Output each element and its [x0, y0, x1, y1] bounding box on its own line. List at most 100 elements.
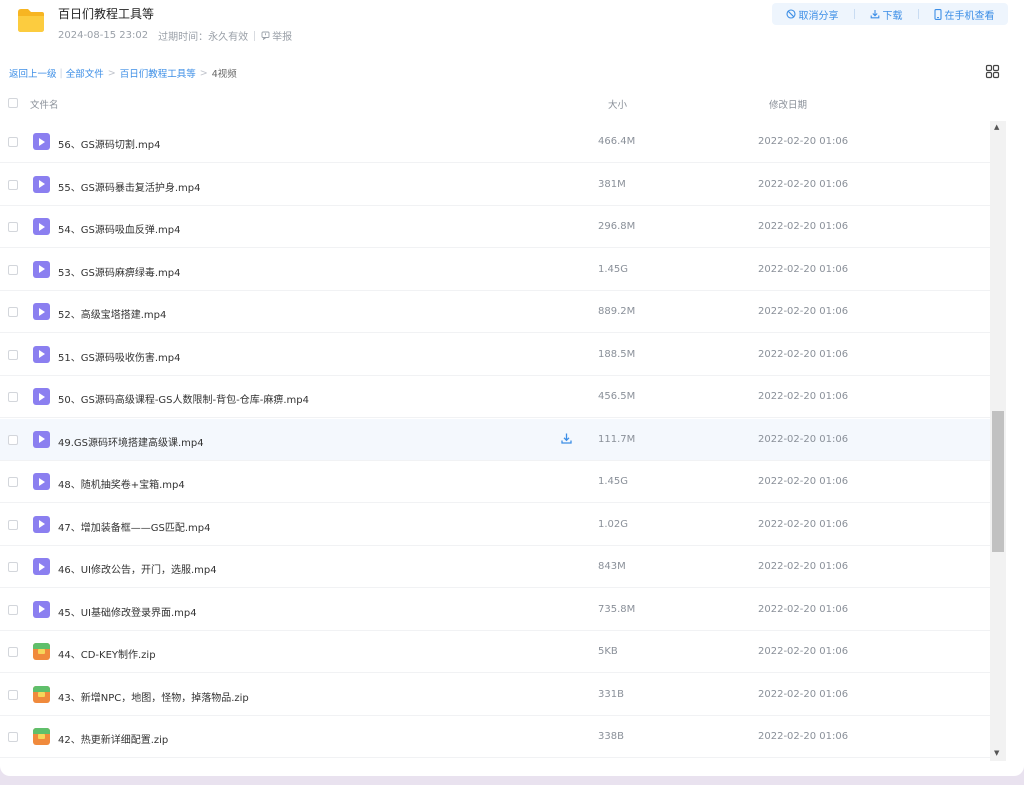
row-checkbox[interactable] [8, 392, 18, 402]
report-icon [261, 31, 270, 40]
action-divider [917, 9, 919, 19]
file-modified-date: 2022-02-20 01:06 [758, 646, 849, 657]
grid-view-icon[interactable] [985, 64, 1000, 79]
file-row[interactable]: 56、GS源码切割.mp4 466.4M 2022-02-20 01:06 [0, 121, 990, 163]
download-button[interactable]: 下载 [870, 7, 903, 22]
file-row[interactable]: 43、新增NPC，地图，怪物，掉落物品.zip 331B 2022-02-20 01… [0, 674, 990, 716]
row-checkbox[interactable] [8, 519, 18, 530]
file-row[interactable]: 45、UI基础修改登录界面.mp4 735.8M 2022-02-20 01:06 [0, 589, 990, 631]
row-checkbox[interactable] [8, 349, 18, 360]
download-label: 下载 [882, 10, 903, 22]
report-label: 举报 [272, 32, 293, 43]
file-row[interactable]: 51、GS源码吸收伤害.mp4 188.5M 2022-02-20 01:06 [0, 334, 990, 376]
row-checkbox[interactable] [8, 647, 18, 657]
file-row[interactable]: 46、UI修改公告，开门，选服.mp4 843M 2022-02-20 01:06 [0, 546, 990, 588]
file-modified-date: 2022-02-20 01:06 [758, 348, 849, 360]
file-name[interactable]: 55、GS源码暴击复活护身.mp4 [58, 179, 200, 194]
file-name[interactable]: 45、UI基础修改登录界面.mp4 [58, 604, 197, 619]
column-name[interactable]: 文件名 [30, 97, 59, 111]
zip-file-icon [33, 685, 50, 703]
action-divider [853, 9, 855, 19]
share-title: 百日们教程工具等 [58, 7, 155, 21]
file-row[interactable]: 54、GS源码吸血反弹.mp4 296.8M 2022-02-20 01:06 [0, 206, 990, 248]
video-file-icon [33, 260, 50, 278]
breadcrumb-chevron-icon: > [107, 67, 116, 79]
file-size: 338B [598, 731, 624, 742]
file-row[interactable]: 53、GS源码麻痹绿毒.mp4 1.45G 2022-02-20 01:06 [0, 249, 990, 291]
file-name[interactable]: 53、GS源码麻痹绿毒.mp4 [58, 264, 180, 279]
meta-divider [254, 30, 256, 41]
file-name[interactable]: 52、高级宝塔搭建.mp4 [58, 306, 166, 321]
row-checkbox[interactable] [8, 732, 18, 742]
file-modified-date: 2022-02-20 01:06 [758, 391, 849, 402]
cancel-share-label: 取消分享 [798, 10, 839, 22]
file-modified-date: 2022-02-20 01:06 [758, 603, 849, 615]
video-file-icon [33, 303, 50, 320]
file-modified-date: 2022-02-20 01:06 [758, 306, 849, 317]
file-name[interactable]: 56、GS源码切割.mp4 [58, 136, 160, 151]
share-date: 2024-08-15 23:02 [58, 30, 149, 41]
file-size: 111.7M [598, 433, 636, 445]
file-name[interactable]: 43、新增NPC，地图，怪物，掉落物品.zip [58, 689, 249, 704]
file-row[interactable]: 55、GS源码暴击复活护身.mp4 381M 2022-02-20 01:06 [0, 164, 990, 206]
scroll-down-icon[interactable]: ▼ [994, 749, 999, 757]
all-files-link[interactable]: 全部文件 [66, 66, 104, 80]
current-folder: 4视频 [211, 69, 237, 80]
file-size: 1.45G [598, 476, 629, 487]
row-checkbox[interactable] [8, 264, 18, 275]
file-name[interactable]: 49.GS源码环境搭建高级课.mp4 [58, 434, 204, 449]
share-panel: 百日们教程工具等 2024-08-15 23:02 过期时间：永久有效 举报 取… [0, 0, 1024, 776]
video-file-icon [33, 388, 50, 405]
folder-link[interactable]: 百日们教程工具等 [120, 66, 196, 80]
file-list: 56、GS源码切割.mp4 466.4M 2022-02-20 01:06 55、GS… [0, 121, 990, 761]
cancel-share-icon [785, 9, 796, 19]
row-checkbox[interactable] [8, 689, 18, 700]
zip-file-icon [33, 728, 50, 745]
row-checkbox[interactable] [8, 307, 18, 317]
file-size: 889.2M [598, 306, 636, 317]
row-checkbox[interactable] [8, 222, 18, 232]
row-checkbox[interactable] [8, 477, 18, 487]
file-row[interactable]: 50、GS源码高级课程-GS人数限制-背包-仓库-麻痹.mp4 456.5M 202… [0, 376, 990, 418]
file-modified-date: 2022-02-20 01:06 [758, 688, 849, 700]
file-row[interactable]: 47、增加装备框——GS匹配.mp4 1.02G 2022-02-20 01:06 [0, 504, 990, 546]
cancel-share-button[interactable]: 取消分享 [785, 7, 839, 22]
row-download-icon[interactable] [560, 432, 573, 445]
file-name[interactable]: 48、随机抽奖卷+宝箱.mp4 [58, 476, 185, 491]
download-icon [870, 10, 879, 19]
row-checkbox[interactable] [8, 137, 18, 147]
file-size: 5KB [598, 646, 618, 657]
select-all-checkbox[interactable] [8, 98, 18, 108]
file-size: 456.5M [598, 391, 636, 402]
video-file-icon [33, 473, 50, 490]
file-name[interactable]: 51、GS源码吸收伤害.mp4 [58, 349, 180, 364]
file-modified-date: 2022-02-20 01:06 [758, 263, 849, 275]
file-name[interactable]: 44、CD-KEY制作.zip [58, 646, 156, 661]
file-row[interactable]: 49.GS源码环境搭建高级课.mp4 111.7M 2022-02-20 01:06 [0, 418, 990, 461]
row-checkbox[interactable] [8, 434, 18, 445]
video-file-icon [33, 558, 50, 575]
back-link[interactable]: 返回上一级 [9, 66, 57, 80]
file-name[interactable]: 47、增加装备框——GS匹配.mp4 [58, 519, 210, 534]
row-checkbox[interactable] [8, 179, 18, 190]
view-on-phone-label: 在手机查看 [944, 10, 995, 22]
file-row[interactable]: 52、高级宝塔搭建.mp4 889.2M 2022-02-20 01:06 [0, 291, 990, 333]
file-row[interactable]: 48、随机抽奖卷+宝箱.mp4 1.45G 2022-02-20 01:06 [0, 461, 990, 503]
scroll-up-icon[interactable]: ▲ [994, 123, 999, 131]
file-modified-date: 2022-02-20 01:06 [758, 561, 849, 572]
video-file-icon [33, 515, 50, 533]
view-on-phone-button[interactable]: 在手机查看 [933, 7, 995, 22]
file-name[interactable]: 46、UI修改公告，开门，选服.mp4 [58, 561, 217, 576]
row-checkbox[interactable] [8, 604, 18, 615]
file-name[interactable]: 50、GS源码高级课程-GS人数限制-背包-仓库-麻痹.mp4 [58, 391, 309, 406]
file-modified-date: 2022-02-20 01:06 [758, 476, 849, 487]
file-row[interactable]: 44、CD-KEY制作.zip 5KB 2022-02-20 01:06 [0, 631, 990, 673]
column-size[interactable]: 大小 [608, 97, 627, 111]
row-checkbox[interactable] [8, 562, 18, 572]
file-name[interactable]: 42、热更新详细配置.zip [58, 731, 168, 746]
scrollbar-thumb[interactable] [992, 411, 1004, 552]
column-modified[interactable]: 修改日期 [769, 97, 807, 111]
file-row[interactable]: 42、热更新详细配置.zip 338B 2022-02-20 01:06 [0, 716, 990, 758]
file-name[interactable]: 54、GS源码吸血反弹.mp4 [58, 221, 180, 236]
report-link[interactable]: 举报 [261, 28, 292, 43]
